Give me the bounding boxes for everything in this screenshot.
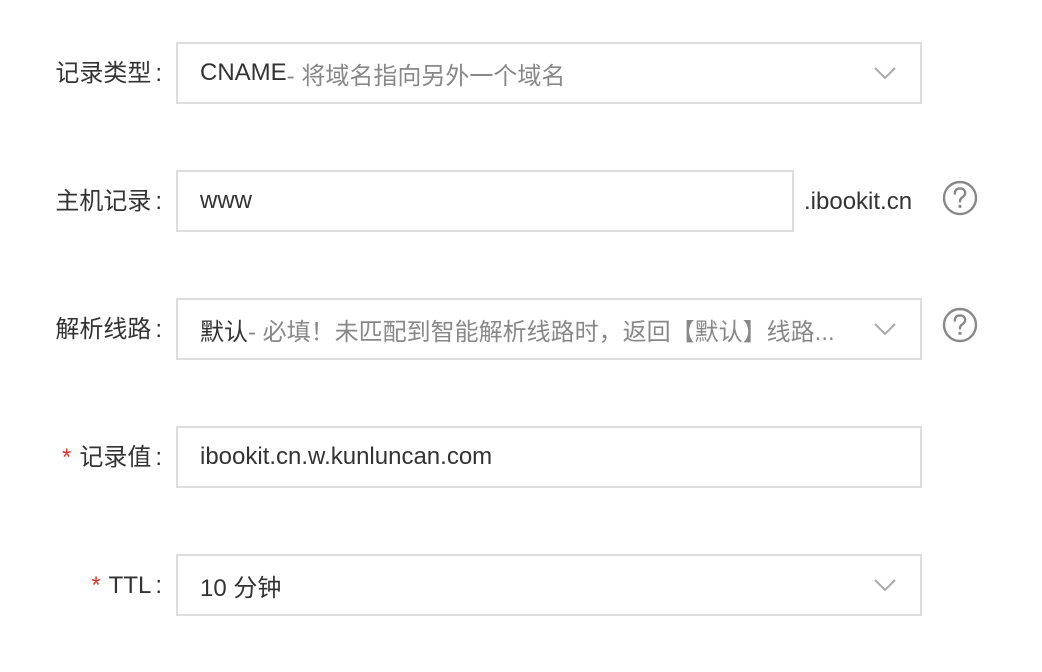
line-value: 默认 - 必填！未匹配到智能解析线路时，返回【默认】线路... (200, 300, 860, 358)
ttl-select[interactable]: 10 分钟 (176, 554, 922, 616)
record-type-main: CNAME (200, 59, 287, 86)
required-mark: * (91, 572, 101, 599)
chevron-down-icon (874, 323, 896, 335)
host-record-label: 主机记录: (55, 188, 162, 215)
ttl-value: 10 分钟 (200, 574, 282, 602)
line-select[interactable]: 默认 - 必填！未匹配到智能解析线路时，返回【默认】线路... (176, 298, 922, 360)
record-type-label: 记录类型: (55, 60, 162, 87)
domain-suffix: .ibookit.cn (804, 188, 913, 215)
record-type-hint: - 将域名指向另外一个域名 (286, 62, 566, 90)
chevron-down-icon (874, 579, 896, 591)
line-label: 解析线路: (55, 316, 162, 343)
record-value-text: ibookit.cn.w.kunluncan.com (200, 443, 493, 470)
chevron-down-icon (874, 67, 896, 79)
help-circle-icon[interactable] (942, 180, 978, 216)
required-mark: * (61, 444, 72, 471)
record-value-label: * 记录值: (61, 444, 162, 471)
host-record-input[interactable]: www (176, 170, 794, 232)
record-type-value: CNAME - 将域名指向另外一个域名 (200, 44, 565, 102)
line-hint: - 必填！未匹配到智能解析线路时，返回【默认】线路... (248, 318, 835, 346)
help-circle-icon[interactable] (942, 307, 978, 343)
record-type-select[interactable]: CNAME - 将域名指向另外一个域名 (176, 42, 922, 104)
host-record-value: www (200, 187, 252, 214)
record-value-input[interactable]: ibookit.cn.w.kunluncan.com (176, 426, 922, 488)
ttl-label: * TTL: (91, 572, 162, 599)
line-main: 默认 (200, 318, 248, 346)
